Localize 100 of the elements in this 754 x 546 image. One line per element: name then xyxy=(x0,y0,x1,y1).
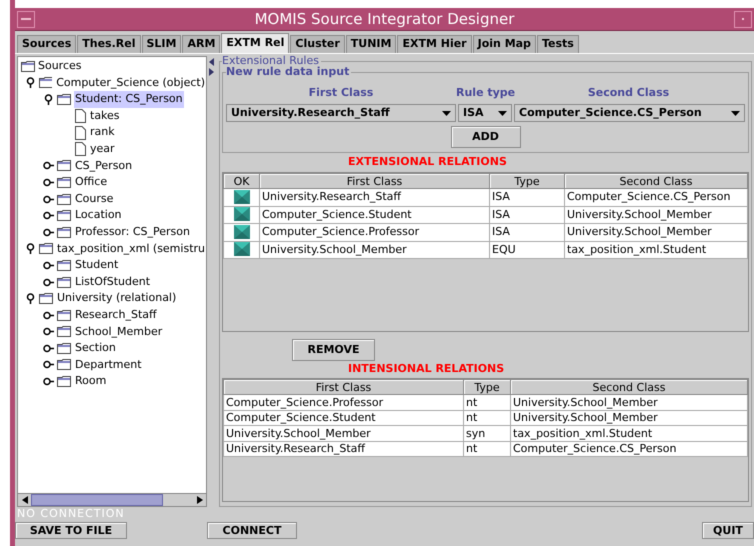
tree-item[interactable]: rank xyxy=(89,124,116,141)
expanded-handle-icon[interactable] xyxy=(43,94,54,105)
tree-item[interactable]: Computer_Science (object) xyxy=(55,74,206,92)
tree-item[interactable]: University (relational) xyxy=(56,290,178,307)
section-title: INTENSIONAL RELATIONS xyxy=(348,360,504,377)
second-class-dropdown[interactable]: Computer_Science.CS_Person xyxy=(514,104,745,122)
folder-icon xyxy=(57,260,71,271)
tree-item[interactable]: Professor: CS_Person xyxy=(74,224,191,240)
table-cell: nt xyxy=(464,441,510,457)
expanded-handle-icon[interactable] xyxy=(25,243,36,254)
tab[interactable]: Tests xyxy=(536,35,579,53)
tab[interactable]: EXTM Rel xyxy=(221,33,290,53)
folder-icon xyxy=(57,210,71,222)
folder-icon xyxy=(57,176,71,188)
column-header[interactable]: First Class xyxy=(224,380,464,395)
table-cell: EQU xyxy=(490,241,564,258)
table-cell: tax_position_xml.Student xyxy=(510,426,748,442)
table-cell: University.School_Member xyxy=(260,241,490,258)
collapsed-handle-icon[interactable] xyxy=(43,210,54,222)
tab[interactable]: TUNIM xyxy=(346,35,396,53)
collapsed-handle-icon[interactable] xyxy=(43,160,54,172)
column-header[interactable]: Second Class xyxy=(510,380,748,395)
tab[interactable]: Cluster xyxy=(290,35,345,53)
tree-item[interactable]: Location xyxy=(74,207,123,224)
dropdown-arrow-icon xyxy=(498,110,507,116)
table-cell: University.School_Member xyxy=(510,394,748,410)
tree-item[interactable]: ListOfStudent xyxy=(74,274,152,290)
folder-icon xyxy=(57,342,71,354)
table-cell: University.Research_Staff xyxy=(260,188,490,206)
collapsed-handle-icon[interactable] xyxy=(43,176,54,188)
document-icon xyxy=(75,142,86,156)
field-label: Second Class xyxy=(588,86,670,99)
tree-item[interactable]: School_Member xyxy=(74,324,164,340)
tree-item[interactable]: CS_Person xyxy=(74,158,134,174)
group-title: New rule data input xyxy=(226,65,352,79)
right-arrow-icon[interactable] xyxy=(196,496,202,504)
folder-icon xyxy=(57,310,71,321)
checked-checkbox-icon[interactable] xyxy=(234,242,250,256)
column-header[interactable]: OK xyxy=(224,174,260,188)
tree-item[interactable]: Section xyxy=(74,340,117,357)
folder-icon xyxy=(57,94,71,105)
right-arrow-icon[interactable] xyxy=(209,68,214,76)
tree-item[interactable]: Student: CS_Person xyxy=(74,91,184,108)
document-icon xyxy=(75,109,86,124)
tree-item[interactable]: tax_position_xml (semistru xyxy=(56,240,206,258)
tab[interactable]: Join Map xyxy=(472,35,536,53)
tree-item[interactable]: Student xyxy=(74,257,120,274)
tab[interactable]: Thes.Rel xyxy=(77,35,140,53)
folder-icon xyxy=(21,60,35,72)
collapsed-handle-icon[interactable] xyxy=(43,342,54,354)
left-arrow-icon[interactable] xyxy=(22,496,28,504)
remove-button[interactable]: REMOVE xyxy=(292,339,375,362)
collapsed-handle-icon[interactable] xyxy=(43,376,54,388)
expanded-handle-icon[interactable] xyxy=(25,293,36,304)
collapsed-handle-icon[interactable] xyxy=(43,226,54,238)
table-cell: syn xyxy=(464,426,510,442)
tree-item[interactable]: Department xyxy=(74,356,143,374)
collapsed-handle-icon[interactable] xyxy=(43,194,54,205)
column-header[interactable]: Second Class xyxy=(564,174,748,188)
quit-button[interactable]: QUIT xyxy=(702,522,754,538)
left-arrow-icon[interactable] xyxy=(209,58,214,66)
checked-checkbox-icon[interactable] xyxy=(234,190,250,204)
add-button[interactable]: ADD xyxy=(450,126,520,148)
collapsed-handle-icon[interactable] xyxy=(43,260,54,271)
tree-item[interactable]: Room xyxy=(74,373,108,390)
collapsed-handle-icon[interactable] xyxy=(43,326,54,338)
connect-button[interactable]: CONNECT xyxy=(207,522,297,538)
tree-item[interactable]: year xyxy=(89,141,116,158)
window-menu-button[interactable] xyxy=(17,10,35,28)
first-class-dropdown[interactable]: University.Research_Staff xyxy=(226,104,456,122)
tree-item[interactable]: Research_Staff xyxy=(74,306,158,324)
column-header[interactable]: Type xyxy=(464,380,510,395)
tree-item[interactable]: Office xyxy=(74,174,108,191)
save-to-file-button[interactable]: SAVE TO FILE xyxy=(15,522,127,538)
checked-checkbox-icon[interactable] xyxy=(234,207,250,222)
dropdown-arrow-icon xyxy=(442,110,451,116)
table-cell: Computer_Science.Professor xyxy=(224,394,464,410)
tree-item[interactable]: Course xyxy=(74,190,114,208)
dropdown-arrow-icon xyxy=(731,110,740,116)
tree-item[interactable]: takes xyxy=(89,108,121,124)
tab[interactable]: Sources xyxy=(17,35,76,53)
tree-item[interactable]: Sources xyxy=(38,58,82,75)
horizontal-scrollbar[interactable] xyxy=(18,493,206,506)
collapsed-handle-icon[interactable] xyxy=(43,276,54,288)
rule-type-dropdown[interactable]: ISA xyxy=(458,104,512,122)
table-cell: Computer_Science.Professor xyxy=(260,224,490,241)
tab[interactable]: EXTM Hier xyxy=(397,35,472,53)
collapsed-handle-icon[interactable] xyxy=(43,310,54,321)
table-cell: University.School_Member xyxy=(224,426,464,442)
collapsed-handle-icon[interactable] xyxy=(43,359,54,370)
tab[interactable]: ARM xyxy=(182,35,220,53)
column-header[interactable]: Type xyxy=(490,174,564,188)
checked-checkbox-icon[interactable] xyxy=(234,224,250,239)
column-header[interactable]: First Class xyxy=(260,174,490,188)
section-title: EXTENSIONAL RELATIONS xyxy=(348,154,507,170)
folder-icon xyxy=(57,376,71,388)
folder-icon xyxy=(57,359,71,370)
folder-icon xyxy=(57,226,71,238)
expanded-handle-icon[interactable] xyxy=(25,77,36,88)
tab[interactable]: SLIM xyxy=(142,35,182,53)
